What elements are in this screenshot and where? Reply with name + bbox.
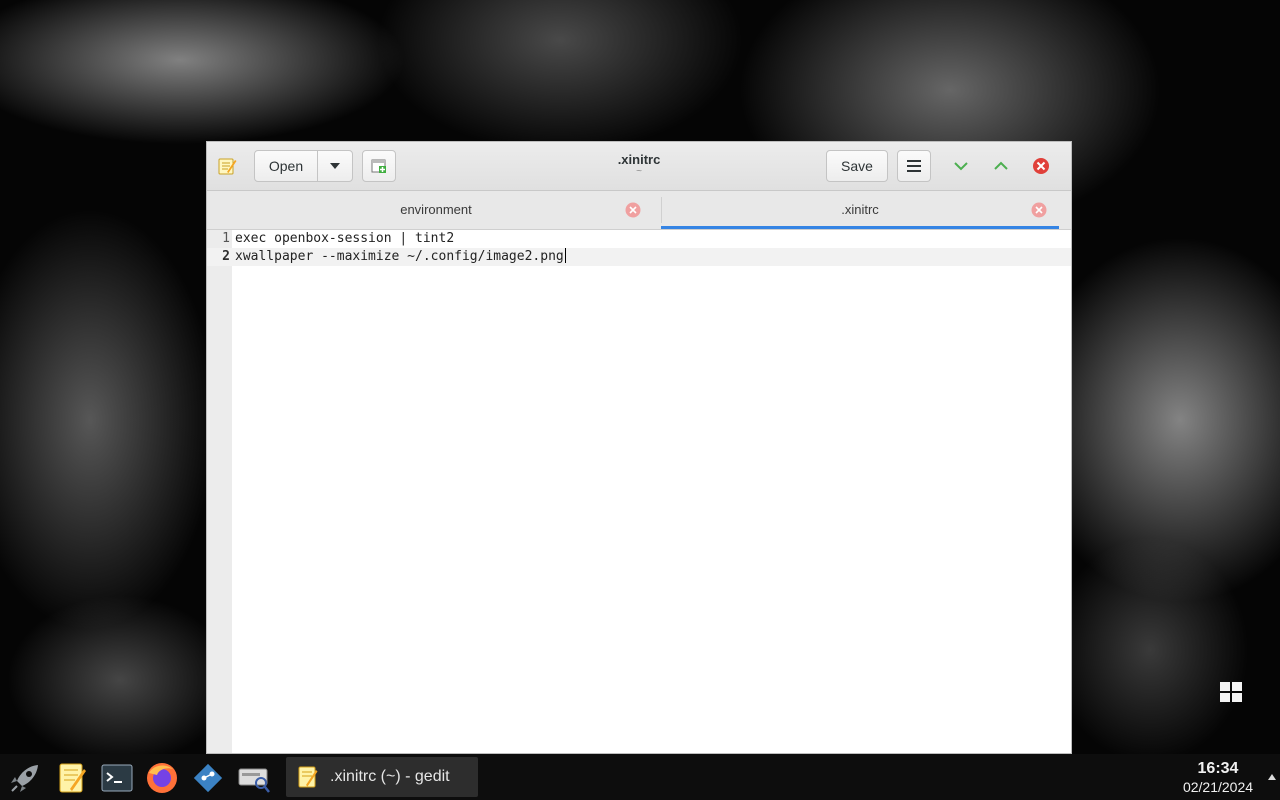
gedit-app-icon (218, 158, 237, 175)
task-gedit-window[interactable]: .xinitrc (~) - gedit (286, 757, 478, 797)
text-editor[interactable]: 1 exec openbox-session | tint2 2 xwallpa… (207, 230, 1071, 753)
line-number-gutter (207, 230, 232, 753)
firefox-icon[interactable] (145, 761, 179, 795)
search-tool-icon[interactable] (237, 761, 271, 795)
line-text[interactable]: exec openbox-session | tint2 (235, 230, 454, 248)
new-document-button[interactable] (362, 150, 396, 182)
editor-line[interactable]: 1 exec openbox-session | tint2 (207, 230, 1071, 248)
tab-bar: environment .xinitrc (207, 191, 1071, 230)
taskbar: .xinitrc (~) - gedit 16:34 02/21/2024 (0, 754, 1280, 800)
open-button-label: Open (268, 158, 304, 174)
save-button[interactable]: Save (826, 150, 888, 182)
line-text[interactable]: xwallpaper --maximize ~/.config/image2.p… (235, 249, 564, 264)
text-cursor (564, 248, 566, 263)
editor-line-current[interactable]: 2 xwallpaper --maximize ~/.config/image2… (207, 248, 1071, 266)
open-menu-button[interactable] (317, 150, 353, 182)
clock[interactable]: 16:34 02/21/2024 (1172, 760, 1264, 796)
close-tab-icon[interactable] (1031, 202, 1047, 218)
git-client-icon[interactable] (191, 761, 225, 795)
gedit-launcher-icon[interactable] (55, 761, 89, 795)
clock-time: 16:34 (1197, 760, 1239, 777)
terminal-icon[interactable] (100, 761, 134, 795)
tab-label: .xinitrc (841, 202, 879, 217)
task-label: .xinitrc (~) - gedit (330, 768, 450, 785)
new-tab-icon (371, 159, 386, 173)
open-button[interactable]: Open (254, 150, 318, 182)
rocket-launcher-icon[interactable] (8, 761, 42, 795)
line-number: 1 (222, 231, 230, 246)
tray-expand-icon[interactable] (1267, 772, 1277, 782)
line-number: 2 (222, 249, 230, 264)
gedit-window: Open .xinitrc ~ Save environment .xinitr… (206, 141, 1072, 754)
save-button-label: Save (841, 158, 873, 174)
clock-date: 02/21/2024 (1182, 779, 1254, 795)
tab-xinitrc[interactable]: .xinitrc (661, 191, 1059, 229)
gedit-task-icon (298, 766, 318, 788)
tab-environment[interactable]: environment (211, 191, 661, 229)
window-title-block: .xinitrc ~ (539, 152, 739, 177)
hamburger-menu-icon (907, 160, 921, 172)
window-subtitle: ~ (636, 166, 642, 177)
desktop-windows-icon[interactable] (1220, 682, 1242, 702)
close-window-icon[interactable] (1032, 157, 1050, 175)
minimize-icon[interactable] (952, 157, 970, 175)
header-bar: Open .xinitrc ~ Save (207, 142, 1071, 191)
tab-label: environment (400, 202, 472, 217)
main-menu-button[interactable] (897, 150, 931, 182)
chevron-down-icon (330, 163, 340, 169)
maximize-icon[interactable] (992, 157, 1010, 175)
line-text-wrap[interactable]: xwallpaper --maximize ~/.config/image2.p… (235, 248, 566, 266)
close-tab-icon[interactable] (625, 202, 641, 218)
